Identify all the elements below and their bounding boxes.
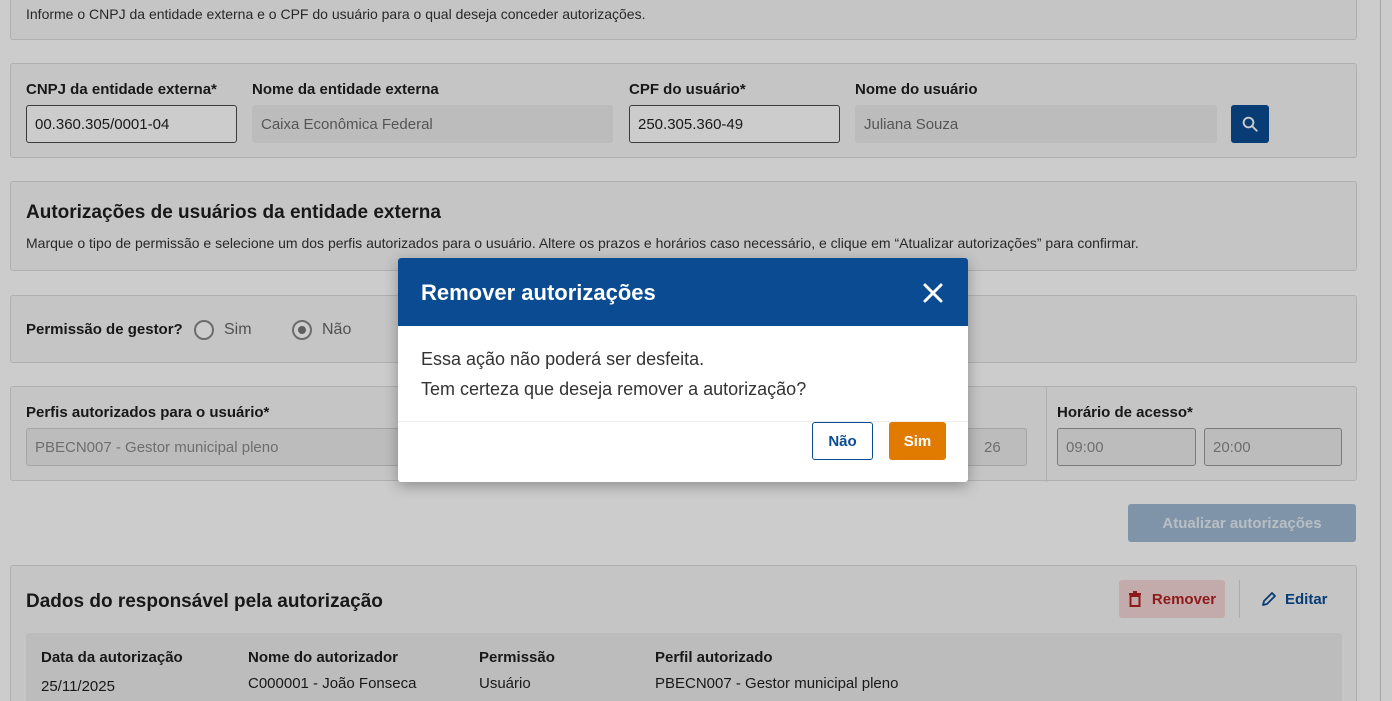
remove-authorizations-dialog: Remover autorizações Essa ação não poder… [398, 258, 968, 482]
dialog-footer-divider [398, 421, 968, 422]
dialog-title: Remover autorizações [421, 280, 656, 305]
dialog-yes-button[interactable]: Sim [889, 422, 946, 460]
dialog-no-button[interactable]: Não [812, 422, 873, 460]
dialog-header: Remover autorizações [398, 258, 968, 326]
page: Informe o CNPJ da entidade externa e o C… [0, 0, 1392, 701]
close-icon[interactable] [920, 280, 946, 306]
dialog-message-line2: Tem certeza que deseja remover a autoriz… [421, 379, 807, 399]
dialog-message-line1: Essa ação não poderá ser desfeita. [421, 349, 705, 369]
dialog-body: Essa ação não poderá ser desfeita. Tem c… [421, 344, 806, 404]
